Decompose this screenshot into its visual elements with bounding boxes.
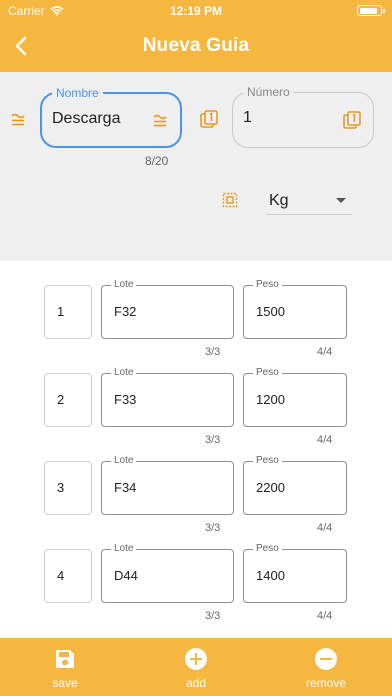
lote-counter: 3/3	[205, 610, 221, 622]
status-bar: Carrier 12:19 PM	[0, 0, 392, 20]
lote-label: Lote	[111, 543, 137, 555]
battery-icon	[357, 5, 385, 16]
peso-value: 1200	[256, 392, 285, 407]
peso-counter: 4/4	[317, 346, 333, 358]
peso-field[interactable]: Peso 1400	[243, 543, 347, 603]
lote-counter: 3/3	[205, 434, 221, 446]
remove-circle-icon	[315, 648, 337, 670]
save-button[interactable]: save	[25, 638, 105, 696]
numero-value: 1	[243, 109, 252, 126]
save-icon	[56, 650, 74, 668]
peso-label: Peso	[253, 279, 282, 291]
add-button[interactable]: add	[156, 638, 236, 696]
peso-label: Peso	[253, 367, 282, 379]
peso-value: 1400	[256, 568, 285, 583]
approx-equal-icon	[11, 113, 25, 126]
row-index: 4	[57, 568, 65, 583]
row-index: 1	[57, 304, 65, 319]
nombre-label: Nombre	[52, 86, 103, 100]
peso-value: 2200	[256, 480, 285, 495]
peso-value: 1500	[256, 304, 285, 319]
approx-equal-icon	[153, 114, 167, 127]
peso-label: Peso	[253, 543, 282, 555]
row-index-box: 4	[44, 549, 92, 603]
lote-counter: 3/3	[205, 346, 221, 358]
row-index-box: 2	[44, 373, 92, 427]
lote-field[interactable]: Lote F34	[101, 455, 234, 515]
copy-one-icon	[343, 111, 361, 129]
lote-label: Lote	[111, 279, 137, 291]
save-label: save	[52, 676, 78, 690]
peso-counter: 4/4	[317, 434, 333, 446]
lote-field[interactable]: Lote F32	[101, 279, 234, 339]
app-header: Carrier 12:19 PM Nueva Guia	[0, 0, 392, 72]
guide-form: Nombre Descarga 8/20 Número 1 Kg	[0, 72, 392, 261]
add-circle-icon	[185, 648, 207, 670]
lote-field[interactable]: Lote D44	[101, 543, 234, 603]
copy-one-icon	[200, 110, 218, 128]
lote-value: F34	[114, 480, 137, 495]
dropdown-arrow-icon	[336, 198, 346, 203]
lote-field[interactable]: Lote F33	[101, 367, 234, 427]
numero-label: Número	[243, 85, 294, 99]
add-label: add	[185, 676, 207, 690]
row-index-box: 3	[44, 461, 92, 515]
nombre-field[interactable]: Nombre Descarga	[40, 86, 182, 148]
unit-value: Kg	[269, 192, 289, 209]
peso-field[interactable]: Peso 2200	[243, 455, 347, 515]
bottom-action-bar: save add remove	[0, 638, 392, 696]
nombre-value: Descarga	[52, 110, 121, 127]
lote-label: Lote	[111, 455, 137, 467]
row-index: 2	[57, 392, 65, 407]
lote-label: Lote	[111, 367, 137, 379]
row-index: 3	[57, 480, 65, 495]
peso-counter: 4/4	[317, 610, 333, 622]
remove-button[interactable]: remove	[286, 638, 366, 696]
lote-value: F32	[114, 304, 137, 319]
peso-counter: 4/4	[317, 522, 333, 534]
lote-value: D44	[114, 568, 138, 583]
scale-icon	[222, 192, 238, 208]
peso-label: Peso	[253, 455, 282, 467]
remove-label: remove	[305, 676, 346, 690]
peso-field[interactable]: Peso 1200	[243, 367, 347, 427]
page-title: Nueva Guia	[142, 35, 250, 56]
unit-select[interactable]: Kg	[266, 187, 352, 215]
lote-counter: 3/3	[205, 522, 221, 534]
status-time: 12:19 PM	[169, 4, 223, 18]
row-index-box: 1	[44, 285, 92, 339]
numero-field[interactable]: Número 1	[232, 85, 374, 148]
lote-value: F33	[114, 392, 137, 407]
peso-field[interactable]: Peso 1500	[243, 279, 347, 339]
nombre-counter: 8/20	[145, 154, 169, 168]
